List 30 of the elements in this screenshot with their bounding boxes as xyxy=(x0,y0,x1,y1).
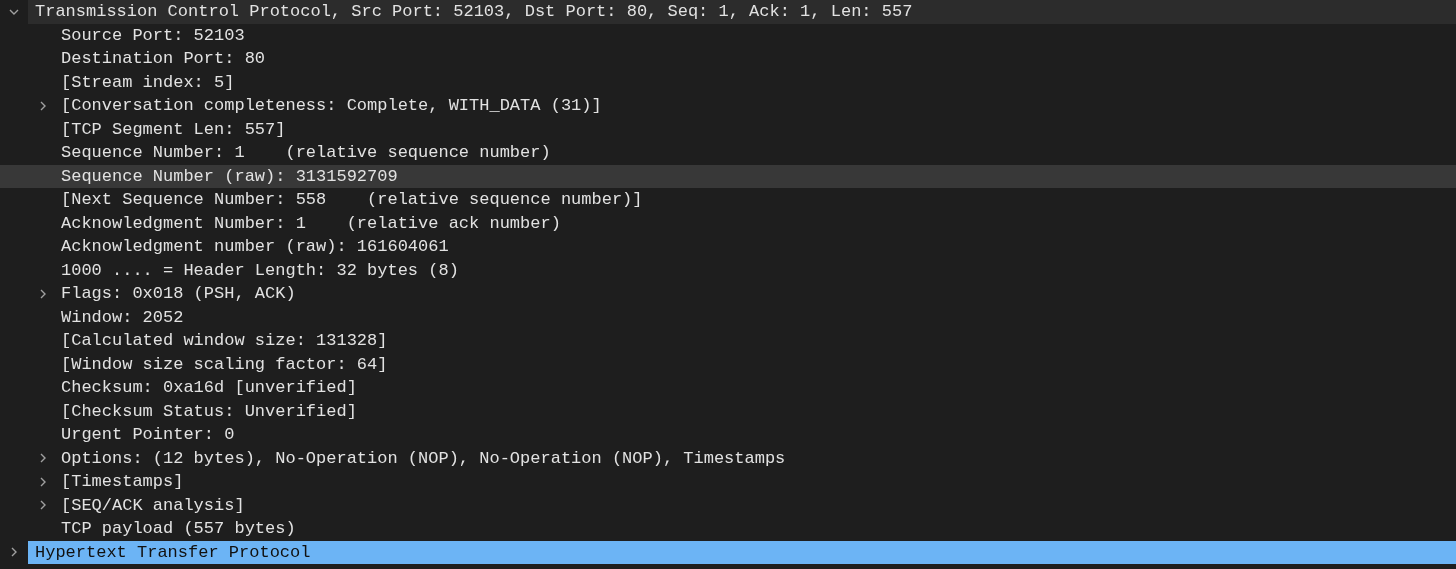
tree-item[interactable]: Sequence Number (raw): 3131592709 xyxy=(0,164,1456,188)
tree-item[interactable]: [TCP Segment Len: 557] xyxy=(0,117,1456,141)
tree-item[interactable]: TCP payload (557 bytes) xyxy=(0,517,1456,541)
tree-item[interactable]: Source Port: 52103 xyxy=(0,23,1456,47)
tree-item[interactable]: Acknowledgment Number: 1 (relative ack number) xyxy=(0,211,1456,235)
tree-item[interactable]: [Checksum Status: Unverified] xyxy=(0,399,1456,423)
chevron-right-icon[interactable] xyxy=(38,476,48,487)
tree-item[interactable]: Options: (12 bytes), No-Operation (NOP), No-Operation (NOP), Timestamps xyxy=(0,446,1456,470)
chevron-right-icon[interactable] xyxy=(38,500,48,511)
tree-item[interactable]: Window: 2052 xyxy=(0,305,1456,329)
tree-item[interactable]: Acknowledgment number (raw): 161604061 xyxy=(0,235,1456,259)
chevron-right-icon[interactable] xyxy=(38,288,48,299)
tree-item[interactable]: Transmission Control Protocol, Src Port: 52103, Dst Port: 80, Seq: 1, Ack: 1, Len: 557 xyxy=(28,0,1456,24)
tree-item[interactable]: [Calculated window size: 131328] xyxy=(0,329,1456,353)
tree-item[interactable]: Destination Port: 80 xyxy=(0,47,1456,71)
tree-item[interactable]: Flags: 0x018 (PSH, ACK) xyxy=(0,282,1456,306)
chevron-right-icon[interactable] xyxy=(38,100,48,111)
tree-item[interactable]: [Timestamps] xyxy=(0,470,1456,494)
tree-item[interactable]: Sequence Number: 1 (relative sequence number) xyxy=(0,141,1456,165)
tree-item[interactable]: [Stream index: 5] xyxy=(0,70,1456,94)
tree-item[interactable]: Hypertext Transfer Protocol xyxy=(28,540,1456,564)
chevron-right-icon[interactable] xyxy=(38,453,48,464)
chevron-right-icon[interactable] xyxy=(9,547,19,558)
tree-item[interactable]: Urgent Pointer: 0 xyxy=(0,423,1456,447)
tree-item[interactable]: [SEQ/ACK analysis] xyxy=(0,493,1456,517)
tree-item[interactable]: [Next Sequence Number: 558 (relative sequence number)] xyxy=(0,188,1456,212)
tree-item[interactable]: [Conversation completeness: Complete, WITH_DATA (31)] xyxy=(0,94,1456,118)
tree-item[interactable]: Checksum: 0xa16d [unverified] xyxy=(0,376,1456,400)
tree-item[interactable]: [Window size scaling factor: 64] xyxy=(0,352,1456,376)
tree-item[interactable]: 1000 .... = Header Length: 32 bytes (8) xyxy=(0,258,1456,282)
